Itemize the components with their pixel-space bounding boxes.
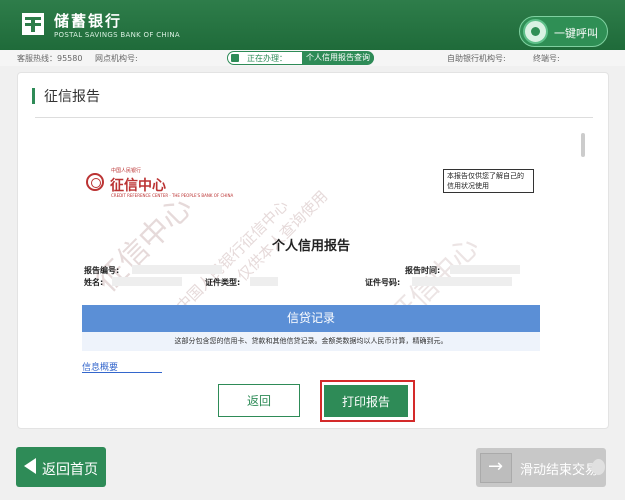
service-hotline: 客服热线：95580 [17,54,83,63]
back-arrow-icon [24,458,36,474]
report-title: 个人信用报告 [271,239,350,254]
call-button-label: 一键呼叫 [554,27,598,40]
title-accent [32,88,35,104]
return-home-label: 返回首页 [42,461,98,477]
slide-end-label: 滑动结束交易 [520,463,599,478]
top-header: 储蓄银行 POSTAL SAVINGS BANK OF CHINA 一键呼叫 [0,0,625,50]
overview-underline [82,372,162,373]
credit-center-seal-icon [86,173,104,191]
slide-to-end-control[interactable]: 滑动结束交易 [476,448,606,487]
redacted-value [132,265,222,274]
document-icon [231,54,239,62]
scrollbar[interactable] [581,133,585,157]
back-button[interactable]: 返回 [218,384,300,417]
org-top-text: 中国人民银行 [111,168,142,174]
postal-logo-icon [22,13,44,35]
call-icon [523,19,548,44]
atm-number-label: 自助银行机构号: [447,54,506,63]
panel-title: 征信报告 [44,89,100,105]
org-name-en: CREDIT REFERENCE CENTER · THE PEOPLE'S B… [111,193,234,198]
slide-hint-icon [592,459,605,475]
redacted-value [412,277,512,286]
report-number-label: 报告编号: [84,266,120,275]
usage-notice: 本报告仅供您了解自己的信用状况使用 [443,169,534,193]
id-type-label: 证件类型: [205,278,241,287]
processing-label: 正在办理： [247,54,287,63]
redacted-value [450,265,520,274]
one-key-call-button[interactable]: 一键呼叫 [519,16,608,47]
redacted-value [112,277,182,286]
redacted-value [250,277,278,286]
processing-indicator: 正在办理： 个人信用报告查询 [227,51,374,65]
branch-number-label: 网点机构号: [95,54,138,63]
credit-record-note: 这部分包含您的信用卡、贷款和其他信贷记录。金额类数据均以人民币计算，精确到元。 [82,332,540,351]
report-time-label: 报告时间: [405,266,441,275]
id-number-label: 证件号码: [365,278,401,287]
bank-name-en: POSTAL SAVINGS BANK OF CHINA [54,31,180,39]
credit-record-header: 信贷记录 [82,305,540,332]
processing-value: 个人信用报告查询 [302,52,374,64]
bank-name: 储蓄银行 [54,12,123,30]
credit-report-preview[interactable]: 征信中心 中国人民银行征信中心 仅供本人查询使用 征信中心 中国人民银行 征信中… [82,155,540,375]
return-home-button[interactable]: 返回首页 [16,447,106,487]
org-name: 征信中心 [110,178,166,194]
terminal-number-label: 终端号: [533,54,560,63]
name-label: 姓名: [84,278,104,287]
print-report-button[interactable]: 打印报告 [324,385,408,417]
divider [35,117,593,118]
slide-arrow-icon[interactable] [480,453,512,483]
